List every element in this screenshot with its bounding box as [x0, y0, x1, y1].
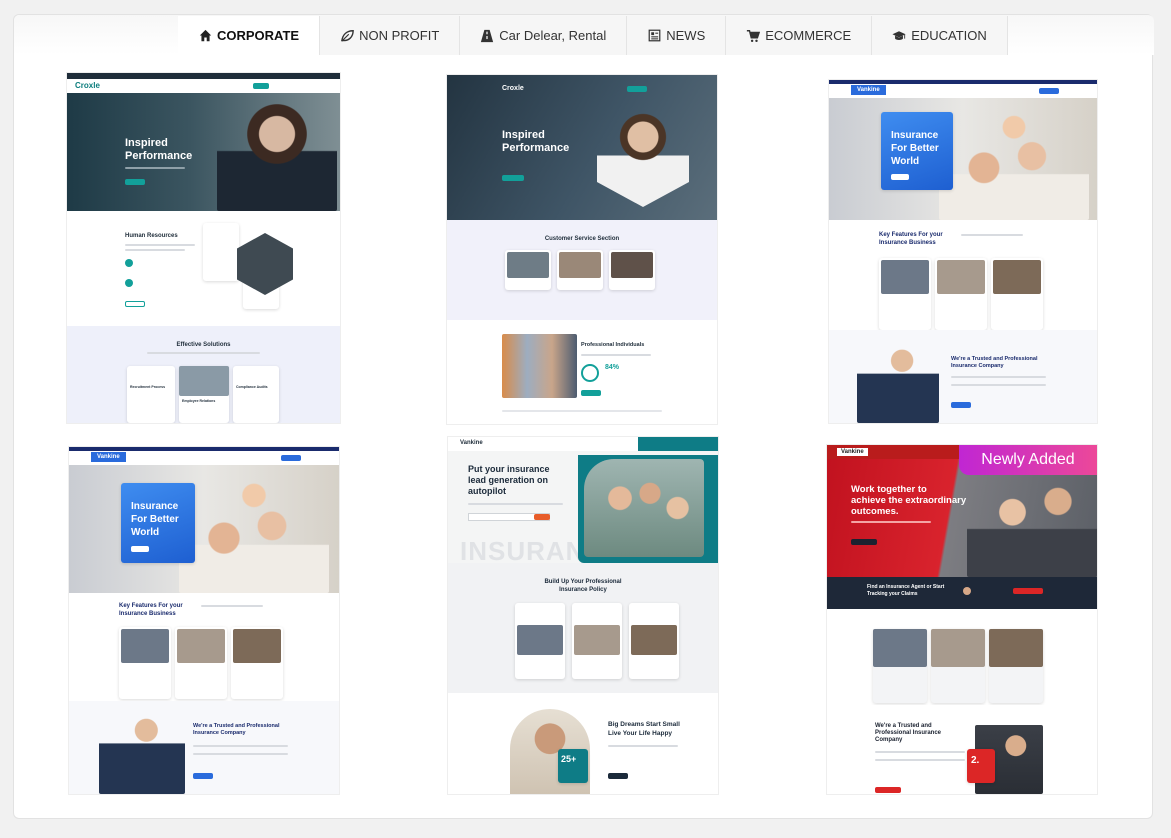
- about-section: We're a Trusted and Professional Insuran…: [69, 701, 339, 794]
- nav-bar: Croxle: [67, 79, 340, 93]
- agent-photo: [857, 340, 939, 423]
- newly-added-badge: Newly Added: [959, 445, 1097, 475]
- about-section: We're a Trusted and Professional Insuran…: [827, 705, 1097, 794]
- section-title: Effective Solutions: [176, 342, 231, 348]
- section-title: Human Resources: [125, 233, 178, 239]
- hero-photo: [967, 469, 1097, 577]
- agent-band: Find an Insurance Agent or Start Trackin…: [827, 577, 1097, 609]
- leaf-icon: [340, 29, 354, 43]
- hero-card: Insurance For Better World: [881, 112, 953, 190]
- hero-title-line2: Performance: [502, 142, 570, 154]
- graduation-cap-icon: [892, 29, 906, 43]
- stat-value: 2.: [971, 755, 980, 766]
- nav-bar: Vankine: [448, 437, 718, 451]
- newspaper-icon: [647, 29, 661, 43]
- demo-thumbnail-vankine-lead-generation[interactable]: Vankine Put your insurance lead generati…: [448, 437, 718, 794]
- team-photo: [502, 334, 577, 398]
- features-section: Key Features For your Insurance Business: [69, 593, 339, 701]
- site-logo: Croxle: [75, 81, 100, 90]
- stat-value: 84%: [605, 364, 620, 371]
- tab-label: Car Delear, Rental: [499, 28, 607, 43]
- family-photo: [939, 104, 1089, 220]
- nav-bar: Vankine: [69, 451, 339, 465]
- demo-gallery-panel: CORPORATE NON PROFIT Car Delear, Rental …: [13, 14, 1154, 819]
- hero-section: Insurance For Better World: [69, 465, 339, 593]
- tab-news[interactable]: NEWS: [627, 16, 727, 55]
- about-section: 25+ Big Dreams Start Small Live Your Lif…: [448, 693, 718, 794]
- site-logo: Vankine: [837, 448, 868, 456]
- hero-section: Inspired Performance: [67, 93, 340, 211]
- hero-section: Croxle Inspired Performance: [447, 75, 717, 220]
- tab-label: CORPORATE: [217, 28, 300, 43]
- nav-bar: Vankine: [829, 84, 1097, 98]
- tab-label: NEWS: [666, 28, 706, 43]
- home-icon: [198, 29, 212, 43]
- hr-section: Human Resources: [67, 211, 340, 326]
- site-logo: Croxle: [502, 85, 524, 92]
- service-section: Customer Service Section: [447, 220, 717, 320]
- hero-photo: [217, 101, 337, 211]
- individuals-section: Professional Individuals 84%: [447, 320, 717, 424]
- tab-label: ECOMMERCE: [765, 28, 852, 43]
- demo-thumbnail-croxle-service[interactable]: Croxle Inspired Performance Customer Ser…: [447, 75, 717, 424]
- section-title: Professional Individuals: [581, 342, 645, 348]
- features-section: [827, 609, 1097, 705]
- tab-education[interactable]: EDUCATION: [872, 16, 1008, 55]
- hero-section: Insurance For Better World: [829, 98, 1097, 220]
- tab-car-dealer-rental[interactable]: Car Delear, Rental: [460, 16, 628, 55]
- about-section: We're a Trusted and Professional Insuran…: [829, 330, 1097, 423]
- demo-thumbnail-croxle-hr[interactable]: Croxle Inspired Performance Human Resour…: [67, 73, 340, 423]
- policy-section: Build Up Your Professional Insurance Pol…: [448, 563, 718, 693]
- tab-corporate[interactable]: CORPORATE: [178, 16, 321, 55]
- road-icon: [480, 29, 494, 43]
- demo-thumbnail-vankine-insurance[interactable]: Vankine Insurance For Better World Key F…: [829, 80, 1097, 423]
- demo-thumbnail-vankine-insurance-2[interactable]: Vankine Insurance For Better World Key F…: [69, 447, 339, 794]
- family-photo: [179, 471, 329, 593]
- solutions-section: Effective Solutions Recruitment Process …: [67, 326, 340, 423]
- tab-label: NON PROFIT: [359, 28, 440, 43]
- hero-title-line1: Inspired: [502, 129, 545, 141]
- site-logo: Vankine: [460, 440, 483, 446]
- hero-title-line2: Performance: [125, 150, 193, 162]
- features-section: Key Features For your Insurance Business: [829, 220, 1097, 330]
- demo-thumbnail-vankine-newly-added[interactable]: Vankine Work together to achieve the ext…: [827, 445, 1097, 794]
- cta-button: [253, 83, 269, 89]
- hero-card: Insurance For Better World: [121, 483, 195, 563]
- stat-value: 25+: [561, 754, 577, 764]
- tab-label: EDUCATION: [911, 28, 987, 43]
- section-title: Customer Service Section: [544, 236, 620, 242]
- hero-photo: [597, 107, 689, 207]
- family-photo: [584, 459, 704, 557]
- cart-icon: [746, 29, 761, 43]
- agent-photo: [99, 709, 185, 794]
- site-logo: Vankine: [91, 452, 126, 462]
- category-tabs: CORPORATE NON PROFIT Car Delear, Rental …: [178, 16, 1008, 55]
- category-tab-bar: CORPORATE NON PROFIT Car Delear, Rental …: [14, 15, 1154, 55]
- tab-non-profit[interactable]: NON PROFIT: [320, 16, 461, 55]
- site-logo: Vankine: [851, 85, 886, 95]
- tab-ecommerce[interactable]: ECOMMERCE: [726, 16, 873, 55]
- hero-title-line1: Inspired: [125, 137, 168, 149]
- hero-section: Work together to achieve the extraordina…: [827, 459, 1097, 577]
- hero-section: Put your insurance lead generation on au…: [448, 451, 718, 565]
